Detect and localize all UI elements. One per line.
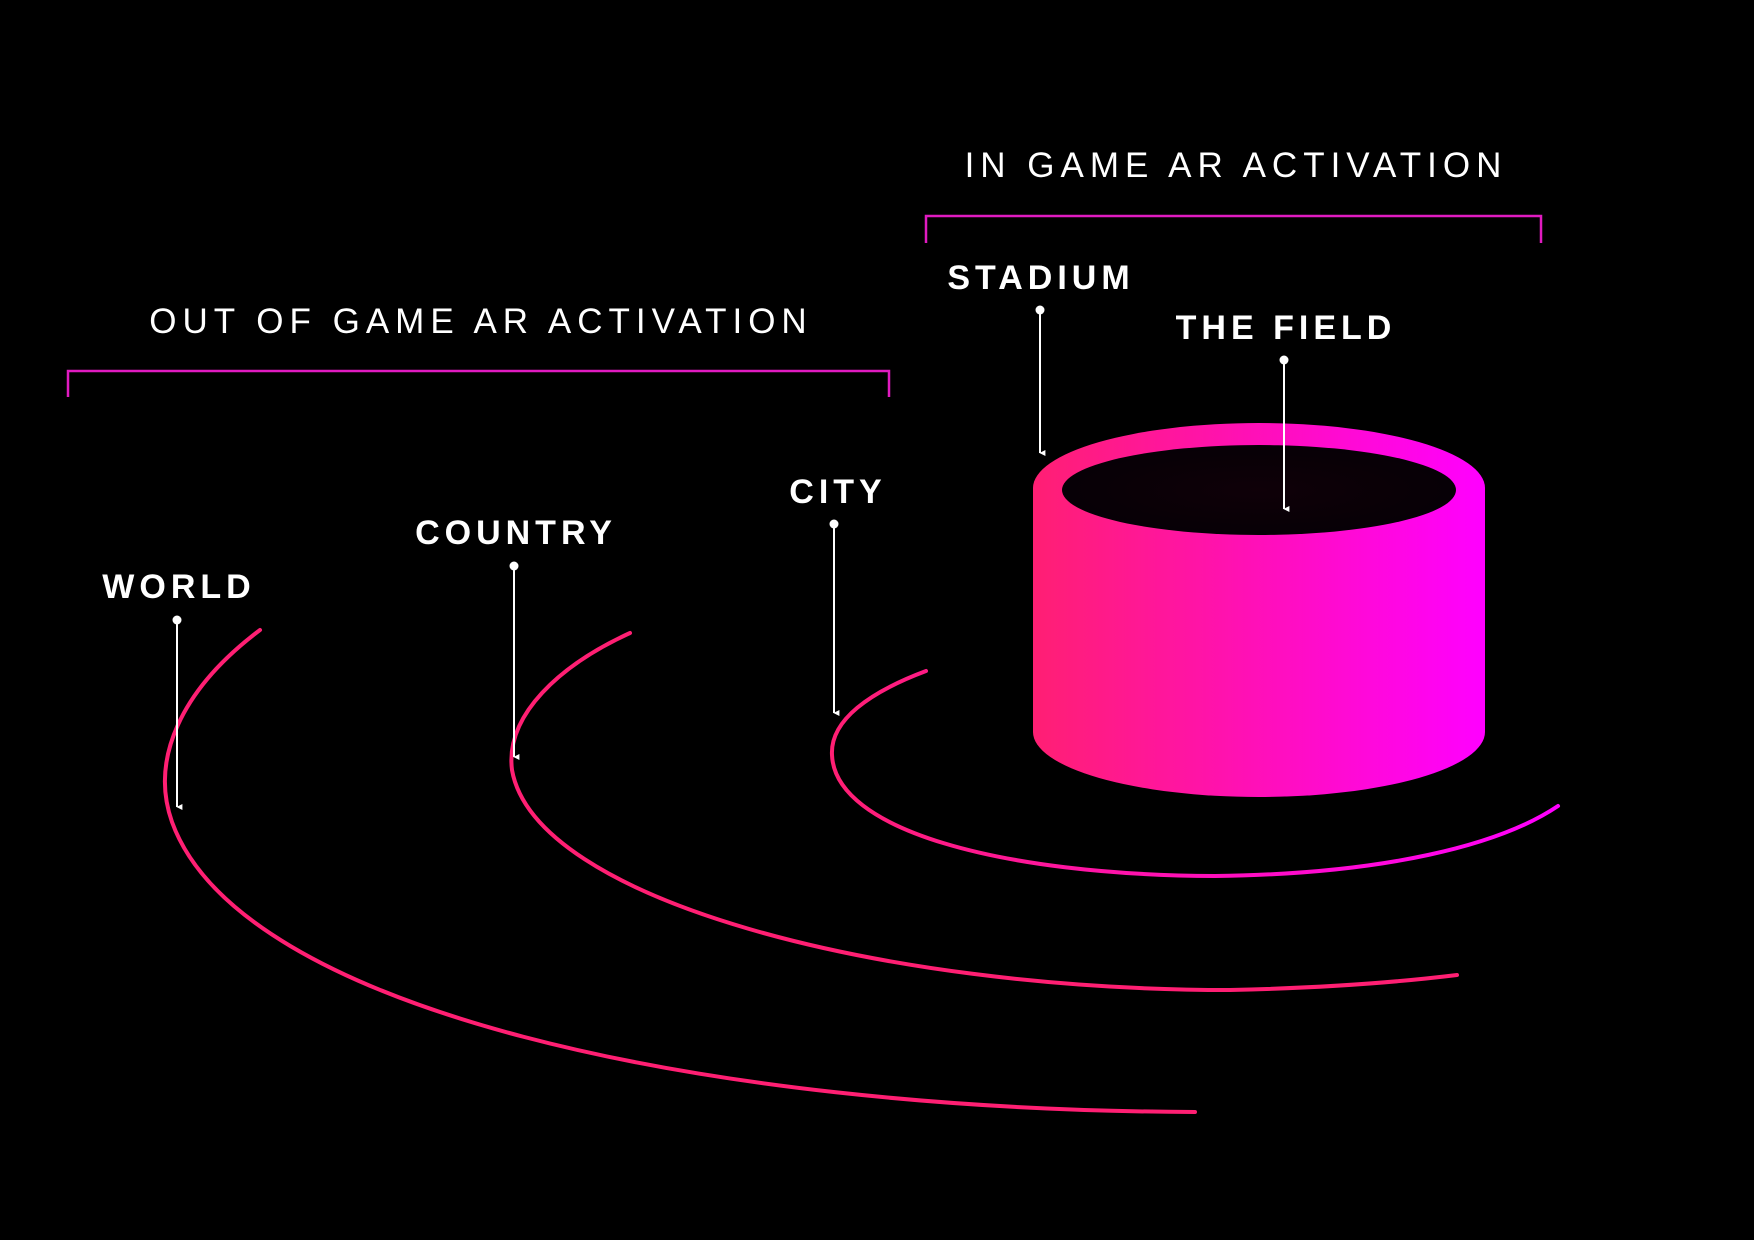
city-label: CITY [789, 473, 886, 511]
in-game-bracket [924, 214, 1543, 243]
city-pointer [829, 519, 840, 716]
out-of-game-title: OUT OF GAME AR ACTIVATION [149, 302, 812, 341]
in-game-title: IN GAME AR ACTIVATION [965, 146, 1508, 185]
ar-activation-diagram: IN GAME AR ACTIVATION OUT OF GAME AR ACT… [66, 146, 1560, 1114]
stadium-pointer [1035, 305, 1046, 456]
world-label: WORLD [102, 568, 255, 606]
field-surface [1062, 445, 1456, 535]
world-pointer [172, 615, 183, 810]
out-of-game-bracket [66, 369, 891, 397]
stadium-cylinder [1033, 423, 1485, 797]
country-label: COUNTRY [415, 514, 617, 552]
stadium-label: STADIUM [947, 259, 1134, 297]
field-label: THE FIELD [1176, 309, 1397, 347]
